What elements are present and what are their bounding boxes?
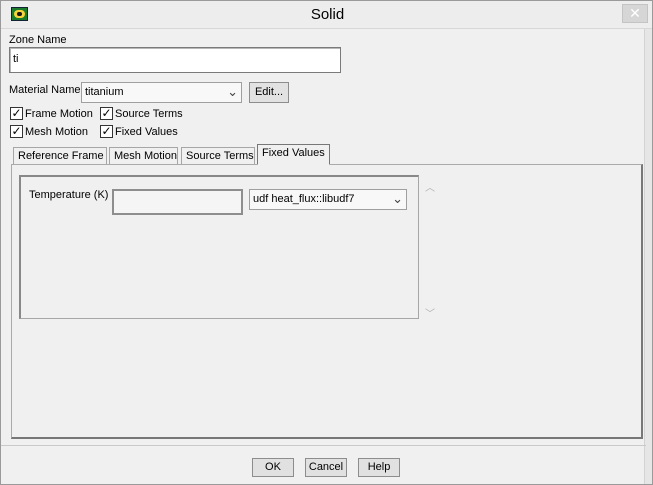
- fixed-values-label: Fixed Values: [115, 125, 178, 138]
- scroll-up-icon[interactable]: ︿: [425, 179, 435, 194]
- checkmark-icon: ✓: [100, 124, 113, 138]
- chevron-down-icon: ⌄: [227, 84, 238, 99]
- material-name-select[interactable]: titanium ⌄: [81, 82, 242, 103]
- frame-motion-checkbox[interactable]: ✓ Frame Motion: [10, 107, 93, 120]
- window-title: Solid: [310, 6, 345, 23]
- help-button[interactable]: Help: [358, 458, 400, 477]
- temperature-udf-value: udf heat_flux::libudf7: [253, 193, 355, 205]
- checkmark-icon: ✓: [100, 106, 113, 120]
- source-terms-label: Source Terms: [115, 107, 183, 120]
- cancel-button[interactable]: Cancel: [305, 458, 347, 477]
- temperature-label: Temperature (K): [29, 189, 109, 201]
- ok-button[interactable]: OK: [252, 458, 294, 477]
- edit-material-button[interactable]: Edit...: [249, 82, 289, 103]
- title-bar: Solid ✕: [1, 1, 652, 29]
- material-name-label: Material Name: [9, 84, 81, 96]
- checkmark-icon: ✓: [10, 106, 23, 120]
- source-terms-checkbox[interactable]: ✓ Source Terms: [100, 107, 183, 120]
- chevron-down-icon: ⌄: [392, 191, 403, 206]
- mesh-motion-checkbox[interactable]: ✓ Mesh Motion: [10, 125, 88, 138]
- scroll-down-icon[interactable]: ﹀: [425, 305, 435, 320]
- footer-divider: [1, 445, 646, 446]
- zone-name-label: Zone Name: [9, 34, 67, 46]
- fixed-values-checkbox[interactable]: ✓ Fixed Values: [100, 125, 178, 138]
- material-name-value: titanium: [85, 86, 124, 98]
- fixed-values-panel: Temperature (K) udf heat_flux::libudf7 ⌄…: [11, 164, 643, 439]
- window-edge-scrollbar: [644, 29, 652, 484]
- close-button[interactable]: ✕: [622, 4, 648, 23]
- checkmark-icon: ✓: [10, 124, 23, 138]
- temperature-udf-select[interactable]: udf heat_flux::libudf7 ⌄: [249, 189, 407, 210]
- temperature-input[interactable]: [112, 189, 243, 215]
- fixed-values-group: Temperature (K) udf heat_flux::libudf7 ⌄: [19, 175, 419, 319]
- frame-motion-label: Frame Motion: [25, 107, 93, 120]
- tab-fixed-values[interactable]: Fixed Values: [257, 144, 330, 165]
- zone-name-input[interactable]: ti: [9, 47, 341, 73]
- solid-dialog: Solid ✕ Zone Name ti Material Name titan…: [0, 0, 653, 485]
- mesh-motion-label: Mesh Motion: [25, 125, 88, 138]
